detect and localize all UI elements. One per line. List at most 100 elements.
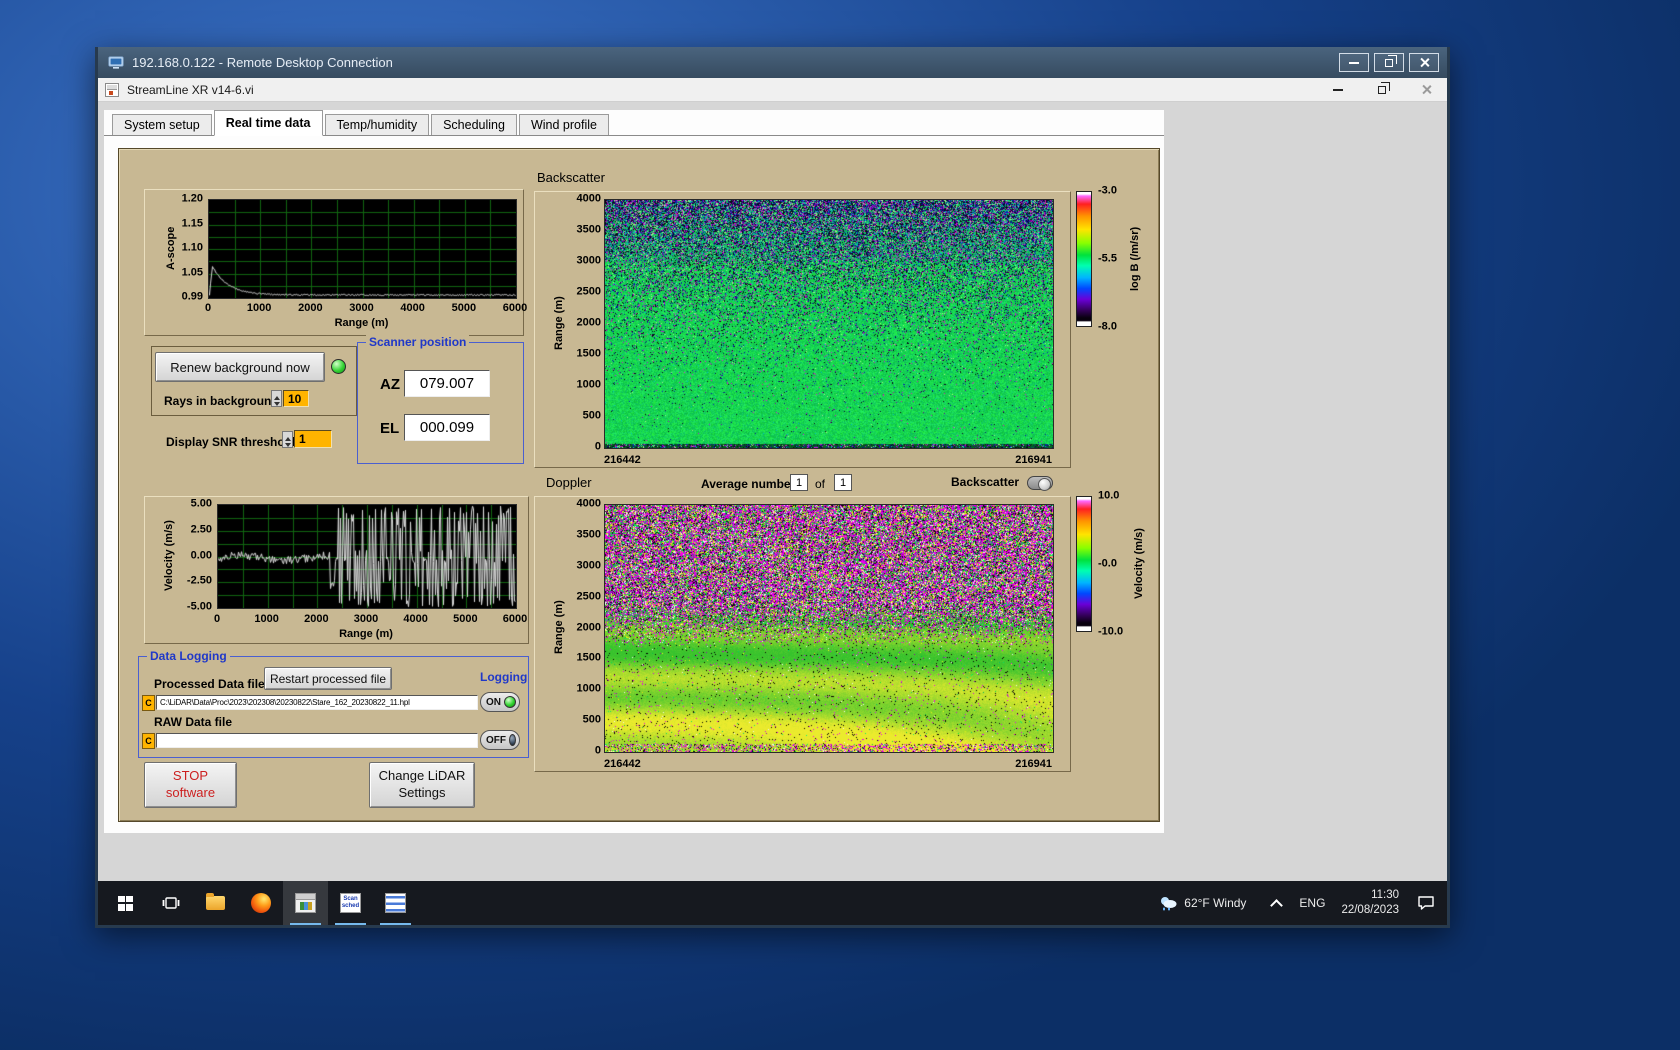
tick-label: 2500 [576,590,601,603]
tick-label: 2.50 [190,523,212,536]
settings-label-line2: Settings [398,785,446,800]
a-scope-plot-area [208,199,517,299]
restart-processed-file-label: Restart processed file [269,671,387,686]
processed-path-field[interactable]: C:\LiDAR\Data\Proc\2023\202308\20230822\… [156,695,478,710]
app-minimize-button[interactable] [1331,83,1345,97]
tick-label: 0.99 [181,290,203,303]
el-value: 000.099 [419,419,475,436]
change-lidar-settings-button[interactable]: Change LiDAR Settings [369,762,475,808]
velocity-plot-area [217,504,517,609]
renew-background-button[interactable]: Renew background now [155,352,325,382]
processed-logging-toggle[interactable]: ON [480,692,520,712]
clock-time: 11:30 [1371,889,1399,902]
vi-file-icon [105,82,119,97]
snr-threshold-field[interactable]: 1 [294,430,332,448]
rdp-title: 192.168.0.122 - Remote Desktop Connectio… [132,55,393,70]
off-label: OFF [486,734,506,746]
tick-label: -3.0 [1098,184,1117,197]
weather-icon [1161,897,1177,911]
start-button[interactable] [103,881,148,925]
app-restore-button[interactable] [1375,82,1390,97]
document-app-button[interactable] [373,881,418,925]
average-number-field[interactable]: 1 [790,474,808,491]
tick-label: 500 [582,409,601,422]
doppler-x-end-label: 216941 [1015,758,1052,770]
processed-drive-letter[interactable]: C [142,695,155,711]
taskbar-clock[interactable]: 11:30 22/08/2023 [1341,888,1399,918]
backscatter-y-ticks: 4000 3500 3000 2500 2000 1500 1000 500 0 [535,193,601,452]
stop-software-button[interactable]: STOP software [144,762,237,808]
tick-label: 1000 [576,378,601,391]
raw-drive-letter[interactable]: C [142,733,155,749]
streamline-app-button[interactable] [283,881,328,925]
notifications-icon[interactable] [1417,895,1435,911]
tick-label: 1.05 [181,266,203,278]
raw-path-field[interactable] [156,733,478,748]
tab-temp-humidity[interactable]: Temp/humidity [324,114,430,135]
raw-logging-toggle[interactable]: OFF [480,730,520,750]
tick-label: 2000 [298,302,323,314]
scan-icon-text2: sched [341,903,360,909]
tick-label: 0 [204,302,212,314]
rays-in-background-spinner[interactable] [271,390,282,407]
snr-threshold-spinner[interactable] [282,431,293,448]
backscatter-doppler-toggle[interactable] [1027,476,1053,491]
language-indicator[interactable]: ENG [1299,896,1325,910]
a-scope-y-ticks: 1.20 1.15 1.10 1.05 0.99 [145,193,203,302]
velocity-y-ticks: 5.00 2.50 0.00 -2.50 -5.00 [145,498,212,612]
backscatter-colorbar-label: log B (/m/sr) [1129,226,1141,292]
stop-label-line2: software [165,785,216,800]
rdp-minimize-button[interactable] [1339,53,1369,72]
doppler-section-title: Doppler [546,475,592,490]
average-total-field[interactable]: 1 [834,474,852,491]
firefox-button[interactable] [238,881,283,925]
drive-letter-text: C [145,736,152,746]
file-explorer-icon [206,893,225,910]
az-field[interactable]: 079.007 [404,370,490,397]
rdp-close-button[interactable] [1409,53,1439,72]
file-explorer-button[interactable] [193,881,238,925]
front-panel: A-scope 1.20 1.15 1.10 1.05 0.99 0 1000 2000 30… [118,148,1160,822]
weather-widget[interactable]: 62°F Windy [1158,895,1246,911]
tick-label: -5.00 [186,600,212,613]
rays-in-background-field[interactable]: 10 [283,390,309,407]
snr-threshold-label: Display SNR threshold [166,435,296,449]
app-titlebar[interactable]: StreamLine XR v14-6.vi [98,78,1447,102]
open-app-indicator [380,923,411,925]
az-value: 079.007 [419,375,475,392]
tray-expand-chevron-icon[interactable] [1270,898,1284,912]
scan-icon-text1: Scan [343,896,358,903]
restart-processed-file-button[interactable]: Restart processed file [264,667,392,690]
task-view-button[interactable] [148,881,193,925]
data-logging-cluster: Data Logging Processed Data file Restart… [138,649,529,758]
backscatter-x-start-label: 216442 [604,454,641,466]
scan-scheduler-button[interactable]: Scan sched [328,881,373,925]
tick-label: 10.0 [1098,489,1120,502]
document-app-icon [385,893,406,913]
tick-label: -8.0 [1098,320,1117,333]
tick-label: 0 [213,613,221,625]
rdp-titlebar[interactable]: 192.168.0.122 - Remote Desktop Connectio… [98,47,1447,78]
front-panel-container: System setup Real time data Temp/humidity S… [104,110,1164,833]
backscatter-x-end-label: 216941 [1015,454,1052,466]
tick-label: 1000 [254,613,279,625]
tab-scheduling[interactable]: Scheduling [431,114,517,135]
tick-label: 3500 [576,223,601,236]
backscatter-toggle-label: Backscatter [951,475,1020,489]
app-close-button[interactable] [1419,83,1433,97]
weather-text: 62°F Windy [1184,896,1247,910]
backscatter-colorbar [1076,191,1092,327]
tick-label: 3000 [576,559,601,572]
backscatter-graph: Range (m) 4000 3500 3000 2500 2000 1500 1000 50… [534,191,1071,468]
tab-wind-profile[interactable]: Wind profile [518,114,609,135]
el-field[interactable]: 000.099 [404,414,490,441]
taskbar-app-buttons: Scan sched [103,881,418,925]
doppler-y-ticks: 4000 3500 3000 2500 2000 1500 1000 500 0 [535,498,601,756]
tab-system-setup[interactable]: System setup [112,114,212,135]
rdp-maximize-button[interactable] [1374,53,1404,72]
tick-label: 1.20 [181,192,203,205]
task-view-icon [162,897,179,909]
app-window-controls [1331,82,1433,97]
tick-label: 3500 [576,528,601,541]
tab-real-time-data[interactable]: Real time data [213,110,323,136]
